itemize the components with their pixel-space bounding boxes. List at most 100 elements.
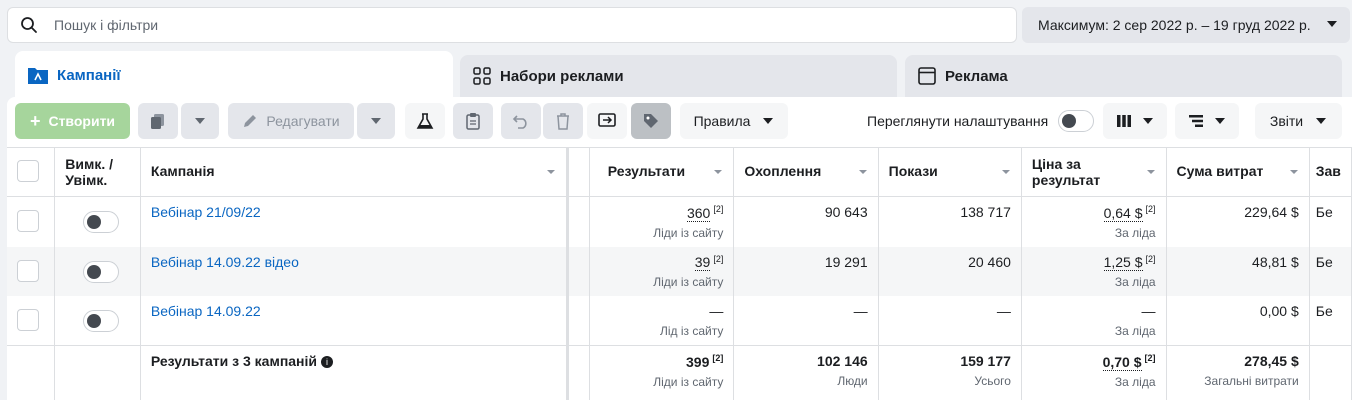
toggle-knob: [87, 314, 102, 329]
metric-value: 229,64 $: [1244, 204, 1299, 220]
tab-ads[interactable]: Реклама: [905, 55, 1342, 97]
clipboard-button[interactable]: [453, 103, 493, 139]
impressions-cell: 20 460: [878, 246, 1022, 297]
footnote-marker: [2]: [713, 253, 724, 264]
campaign-toggle[interactable]: [83, 260, 120, 283]
totals-label-cell: Результати з 3 кампаній i: [140, 345, 569, 400]
undo-icon: [512, 115, 527, 129]
metric-label: Загальні витрати: [1204, 374, 1299, 389]
rules-button[interactable]: Правила: [680, 103, 788, 139]
metric-value: 20 460: [968, 253, 1011, 270]
columns-button[interactable]: [1103, 103, 1167, 139]
toggle-knob: [87, 215, 102, 229]
totals-empty-cell: [54, 345, 141, 400]
column-header-campaign-label: Кампанія: [150, 163, 215, 179]
reach-cell: —: [733, 296, 879, 346]
metric-label: Ліди із сайту: [653, 374, 724, 389]
metric-label: Ліди із сайту: [653, 225, 724, 240]
caret-down-icon: [1327, 21, 1337, 27]
toggle-knob: [1062, 114, 1076, 128]
results-cell: 360 [2] Ліди із сайту: [589, 196, 735, 247]
column-header-toggle[interactable]: Вимк. / Увімк.: [54, 147, 141, 197]
tag-icon: [644, 114, 658, 128]
caret-down-icon: [763, 118, 774, 124]
duplicate-button[interactable]: [138, 103, 178, 139]
tag-button[interactable]: [631, 103, 671, 139]
flask-icon: [416, 113, 434, 129]
column-gap: [567, 246, 590, 297]
campaign-folder-icon: [28, 68, 48, 84]
metric-value: 138 717: [960, 204, 1011, 220]
column-header-campaign[interactable]: Кампанія: [140, 147, 569, 197]
table-row[interactable]: Вебінар 21/09/22 360 [2] Ліди із сайту 90 64…: [7, 196, 1352, 247]
table-row[interactable]: Вебінар 14.09.22 відео 39 [2] Ліди із сайту…: [7, 246, 1352, 297]
amount-spent-cell: 48,81 $: [1166, 246, 1310, 297]
column-header-impressions[interactable]: Покази: [878, 147, 1022, 197]
grid-icon: [473, 67, 491, 85]
campaign-toggle[interactable]: [83, 211, 120, 233]
caret-down-icon: [1143, 118, 1153, 124]
campaign-toggle[interactable]: [83, 310, 120, 333]
select-all-checkbox[interactable]: [17, 160, 39, 182]
delivery-value: Бе: [1315, 253, 1333, 270]
impressions-cell: —: [878, 296, 1022, 346]
window-icon: [918, 67, 936, 85]
duplicate-dropdown-button[interactable]: [181, 103, 219, 139]
tab-ads-label: Реклама: [945, 67, 1008, 85]
tab-campaigns[interactable]: Кампанії: [15, 51, 453, 99]
caret-down-icon: [371, 118, 381, 124]
results-cell: 39 [2] Ліди із сайту: [589, 246, 735, 297]
campaign-name-link[interactable]: Вебінар 14.09.22 відео: [151, 254, 299, 270]
table-row[interactable]: Вебінар 14.09.22 — Лід із сайту — — — За ліда 0…: [7, 296, 1352, 346]
totals-next-cell: [1309, 345, 1352, 400]
column-header-results[interactable]: Результати: [589, 147, 735, 197]
search-input[interactable]: [54, 17, 954, 33]
view-settings-toggle[interactable]: [1058, 110, 1094, 132]
metric-label: За ліда: [1114, 275, 1156, 290]
info-icon[interactable]: i: [321, 356, 334, 369]
metric-value: 1,25 $: [1103, 254, 1143, 272]
column-header-cost-per-result[interactable]: Ціна за результат: [1021, 147, 1167, 197]
tab-ad-sets[interactable]: Набори реклами: [460, 55, 897, 97]
column-header-next[interactable]: Зав: [1309, 147, 1352, 197]
column-gap: [567, 147, 590, 197]
metric-value: 90 643: [824, 204, 868, 220]
delivery-value: Бе: [1315, 303, 1333, 320]
preview-button[interactable]: [587, 103, 627, 139]
metric-label: За ліда: [1114, 374, 1156, 389]
preview-swap-icon: [598, 113, 616, 127]
totals-impressions-cell: 159 177 Усього: [878, 345, 1022, 400]
ab-test-button[interactable]: [405, 103, 445, 139]
edit-dropdown-button[interactable]: [357, 103, 395, 139]
clipboard-icon: [466, 113, 480, 130]
cost-per-result-cell: 1,25 $ [2] За ліда: [1021, 246, 1167, 297]
undo-button[interactable]: [501, 103, 541, 139]
results-cell: — Лід із сайту: [589, 296, 735, 346]
metric-value: 399: [686, 353, 710, 370]
column-gap: [567, 296, 590, 346]
metric-label: Ліди із сайту: [653, 275, 724, 290]
breakdown-button[interactable]: [1175, 103, 1239, 139]
row-checkbox[interactable]: [17, 309, 39, 332]
column-header-reach[interactable]: Охоплення: [733, 147, 879, 197]
edit-button-label: Редагувати: [266, 113, 340, 129]
search-bar[interactable]: [7, 7, 1017, 43]
campaign-name-link[interactable]: Вебінар 21/09/22: [151, 204, 261, 220]
rules-button-label: Правила: [693, 113, 751, 129]
create-button[interactable]: + Створити: [15, 103, 130, 139]
reports-button-label: Звіти: [1269, 113, 1304, 129]
tab-campaigns-label: Кампанії: [57, 66, 121, 84]
edit-button[interactable]: Редагувати: [228, 103, 354, 139]
reports-button[interactable]: Звіти: [1255, 103, 1342, 139]
tab-ad-sets-label: Набори реклами: [500, 67, 624, 85]
column-header-amount-spent-label: Сума витрат: [1176, 163, 1264, 179]
column-header-results-label: Результати: [607, 163, 686, 179]
campaign-name-link[interactable]: Вебінар 14.09.22: [151, 303, 261, 319]
delete-button[interactable]: [543, 103, 583, 139]
column-header-amount-spent[interactable]: Сума витрат: [1166, 147, 1310, 197]
row-checkbox[interactable]: [17, 210, 39, 232]
sort-caret-icon: [546, 170, 555, 174]
next-column-cell: Бе: [1309, 296, 1352, 346]
date-range-picker[interactable]: Максимум: 2 сер 2022 р. – 19 груд 2022 р…: [1022, 7, 1350, 43]
row-checkbox[interactable]: [17, 259, 39, 282]
